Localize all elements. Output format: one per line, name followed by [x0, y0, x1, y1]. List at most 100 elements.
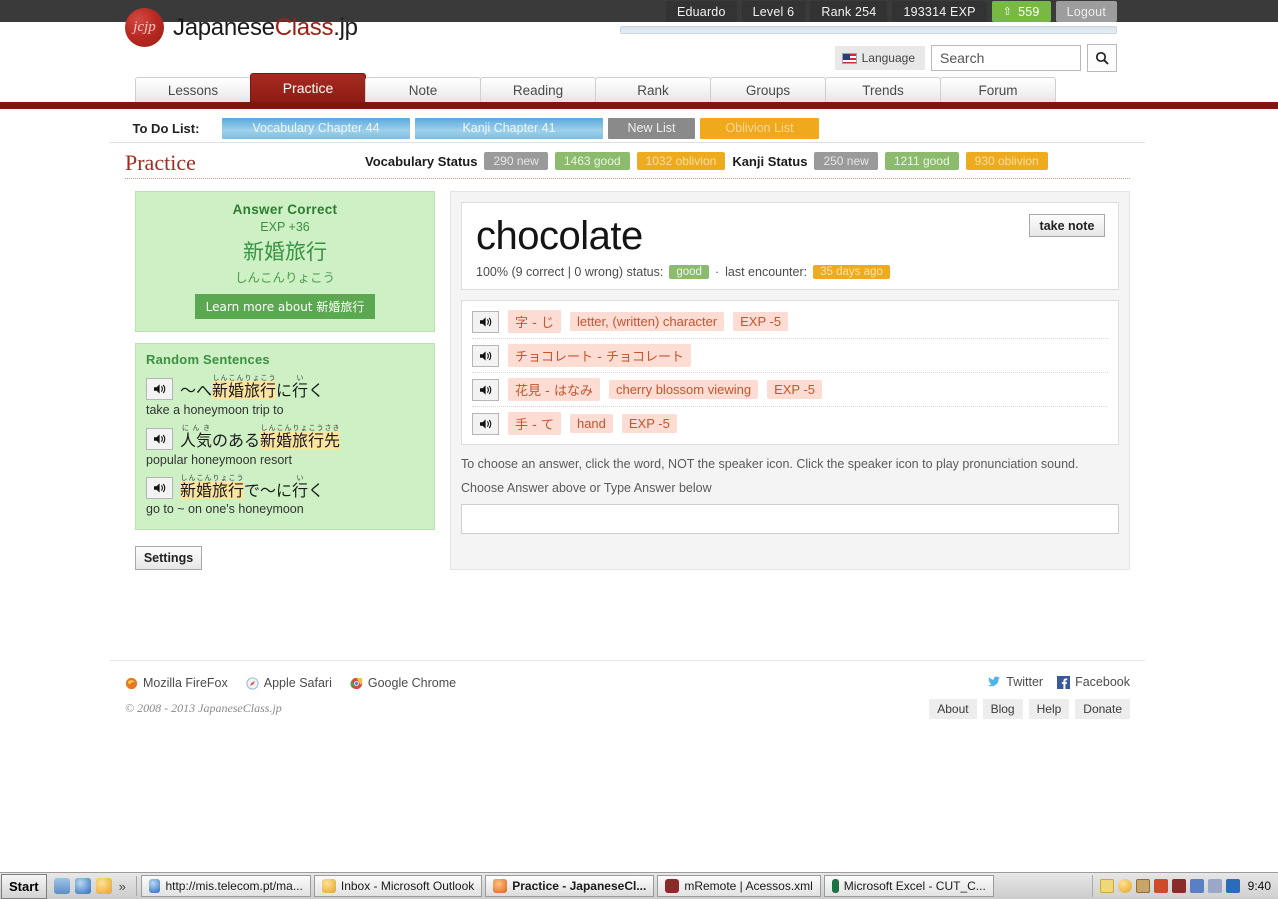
footer-link-twitter[interactable]: Twitter [988, 675, 1043, 689]
sentence-plain-1: で〜に [244, 481, 292, 500]
answer-option-exp[interactable]: EXP -5 [733, 312, 788, 331]
todo-chip-kanji-chapter[interactable]: Kanji Chapter 41 [415, 118, 603, 139]
tray-link-icon[interactable] [1208, 879, 1222, 893]
speaker-icon[interactable] [146, 477, 173, 499]
safari-icon [246, 677, 259, 690]
social-links: Twitter Facebook [988, 675, 1130, 689]
learn-more-button[interactable]: Learn more about 新婚旅行 [195, 294, 376, 319]
answer-option-meaning[interactable]: cherry blossom viewing [609, 380, 758, 399]
answer-option-row: 花見 - はなみ cherry blossom viewing EXP -5 [472, 373, 1108, 407]
taskbar-item-excel[interactable]: Microsoft Excel - CUT_C... [824, 875, 994, 897]
take-note-button[interactable]: take note [1029, 214, 1105, 237]
answer-option-meaning[interactable]: hand [570, 414, 613, 433]
nav-tab-groups[interactable]: Groups [710, 77, 826, 102]
footer-link-about[interactable]: About [929, 699, 976, 719]
title-dotted-divider [125, 178, 1130, 179]
nav-tab-forum[interactable]: Forum [940, 77, 1056, 102]
vocabulary-good-pill: 1463 good [555, 152, 630, 170]
chevron-right-icon[interactable]: » [119, 879, 126, 894]
tray-volume-icon[interactable] [1154, 879, 1168, 893]
footer-link-blog[interactable]: Blog [983, 699, 1023, 719]
todo-list-label: To Do List: [110, 121, 222, 136]
main-content: Answer Correct EXP +36 新婚旅行 しんこんりょこう Lea… [110, 191, 1145, 570]
answer-option-row: チョコレート - チョコレート [472, 339, 1108, 373]
points-badge[interactable]: ⇧559 [992, 1, 1051, 22]
quicklaunch-mail-icon[interactable] [96, 878, 112, 894]
footer-link-donate[interactable]: Donate [1075, 699, 1130, 719]
sentence-item: 人気にんきのある新婚旅行先しんこんりょこうさき popular honeymoo… [146, 424, 424, 467]
speaker-icon[interactable] [472, 413, 499, 435]
tray-network-icon[interactable] [1190, 879, 1204, 893]
search-input[interactable] [931, 45, 1081, 71]
footer-link-help[interactable]: Help [1029, 699, 1070, 719]
footer-link-firefox-label: Mozilla FireFox [143, 676, 228, 690]
answer-input[interactable] [461, 504, 1119, 534]
sentence-highlight-base: 新婚旅行先 [260, 431, 340, 450]
taskbar-item-browser[interactable]: http://mis.telecom.pt/ma... [141, 875, 311, 897]
page-title-row: Practice Vocabulary Status 290 new 1463 … [110, 148, 1145, 178]
answer-option-exp[interactable]: EXP -5 [622, 414, 677, 433]
answer-option-term[interactable]: チョコレート - チョコレート [508, 344, 691, 367]
search-button[interactable] [1087, 44, 1117, 72]
level-badge[interactable]: Level 6 [742, 1, 806, 22]
footer-link-chrome-label: Google Chrome [368, 676, 456, 690]
site-header: jcjp JapaneseClass.jp Eduardo Level 6 Ra… [110, 0, 1145, 76]
language-button[interactable]: Language [835, 46, 925, 70]
logo-text-part3: .jp [333, 14, 357, 41]
exp-badge[interactable]: 193314 EXP [892, 1, 986, 22]
speaker-icon[interactable] [146, 378, 173, 400]
site-logo[interactable]: jcjp JapaneseClass.jp [125, 8, 358, 47]
nav-tab-rank[interactable]: Rank [595, 77, 711, 102]
taskbar-item-practice[interactable]: Practice - JapaneseCl... [485, 875, 654, 897]
taskbar-clock[interactable]: 9:40 [1248, 879, 1271, 893]
facebook-icon [1057, 676, 1070, 689]
start-button[interactable]: Start [1, 874, 47, 899]
tray-shield-icon[interactable] [1172, 879, 1186, 893]
tray-app-icon[interactable] [1226, 879, 1240, 893]
logout-button[interactable]: Logout [1056, 1, 1117, 22]
user-status-bar: Eduardo Level 6 Rank 254 193314 EXP ⇧559… [666, 1, 1117, 22]
footer-link-facebook[interactable]: Facebook [1057, 675, 1130, 689]
answer-options-list: 字 - じ letter, (written) character EXP -5… [461, 300, 1119, 445]
ie-icon [149, 879, 161, 893]
answer-option-term[interactable]: 字 - じ [508, 310, 561, 333]
sentence-ruby2-ruby: い [292, 374, 308, 382]
tray-update-icon[interactable] [1118, 879, 1132, 893]
tray-lock-icon[interactable] [1136, 879, 1150, 893]
nav-tab-reading[interactable]: Reading [480, 77, 596, 102]
nav-tab-practice[interactable]: Practice [250, 73, 366, 102]
footer-link-chrome[interactable]: Google Chrome [350, 676, 456, 690]
speaker-icon[interactable] [472, 311, 499, 333]
instruction-line-1: To choose an answer, click the word, NOT… [461, 457, 1119, 471]
language-button-label: Language [862, 51, 915, 65]
todo-chip-new-list[interactable]: New List [608, 118, 695, 139]
outlook-icon [322, 879, 336, 893]
username-badge[interactable]: Eduardo [666, 1, 737, 22]
nav-tab-lessons[interactable]: Lessons [135, 77, 251, 102]
todo-chip-oblivion-list[interactable]: Oblivion List [700, 118, 819, 139]
quicklaunch-ie-icon[interactable] [75, 878, 91, 894]
footer-link-twitter-label: Twitter [1006, 675, 1043, 689]
tray-mail-icon[interactable] [1100, 879, 1114, 893]
answer-option-exp[interactable]: EXP -5 [767, 380, 822, 399]
answer-option-meaning[interactable]: letter, (written) character [570, 312, 724, 331]
nav-tab-note[interactable]: Note [365, 77, 481, 102]
taskbar-item-outlook[interactable]: Inbox - Microsoft Outlook [314, 875, 482, 897]
quicklaunch-outlook-icon[interactable] [54, 878, 70, 894]
answer-option-term[interactable]: 花見 - はなみ [508, 378, 600, 401]
todo-chip-vocabulary-chapter[interactable]: Vocabulary Chapter 44 [222, 118, 410, 139]
answer-option-term[interactable]: 手 - て [508, 412, 561, 435]
rank-badge[interactable]: Rank 254 [810, 1, 887, 22]
speaker-icon[interactable] [472, 345, 499, 367]
footer-link-safari[interactable]: Apple Safari [246, 676, 332, 690]
sentence-plain-1: 〜へ [180, 381, 212, 400]
footer-link-firefox[interactable]: Mozilla FireFox [125, 676, 228, 690]
speaker-icon[interactable] [472, 379, 499, 401]
sentence-plain-3: く [308, 481, 324, 500]
taskbar-item-mremote[interactable]: mRemote | Acessos.xml [657, 875, 820, 897]
settings-button[interactable]: Settings [135, 546, 202, 570]
nav-tab-trends[interactable]: Trends [825, 77, 941, 102]
kanji-status-label: Kanji Status [732, 154, 807, 169]
speaker-icon[interactable] [146, 428, 173, 450]
taskbar-item-practice-label: Practice - JapaneseCl... [512, 879, 646, 893]
